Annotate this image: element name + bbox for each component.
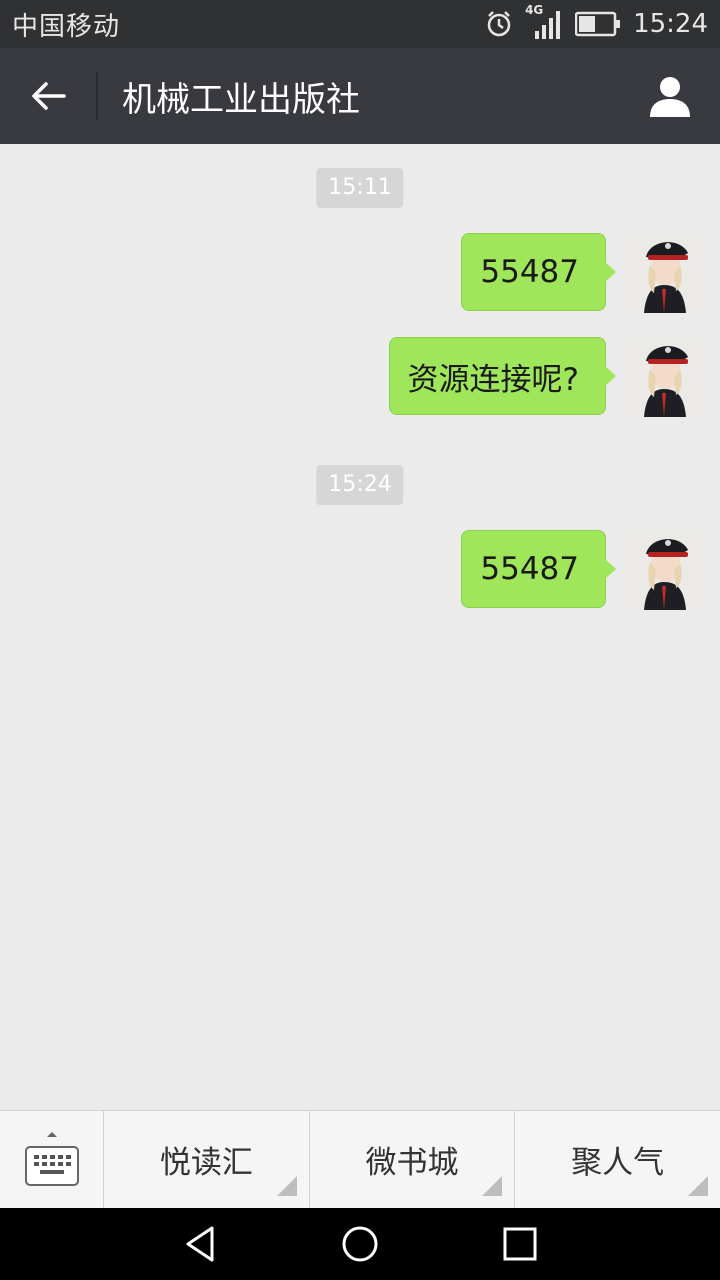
keyboard-icon (24, 1129, 80, 1189)
back-button[interactable] (18, 66, 78, 126)
menu-item-label: 悦读汇 (159, 1145, 253, 1181)
menu-item-yueduhui[interactable]: 悦读汇 (104, 1111, 310, 1208)
system-nav-bar (0, 1208, 720, 1280)
home-circle-icon (340, 1224, 380, 1264)
back-arrow-icon (30, 80, 66, 112)
message-row: 资源连接呢? (388, 337, 704, 417)
nav-recents-button[interactable] (498, 1222, 542, 1266)
status-icons: 4G 15:24 (485, 3, 708, 41)
status-bar: 中国移动 4G 15:24 (0, 0, 720, 48)
carrier-label: 中国移动 (12, 11, 121, 42)
submenu-indicator-icon (276, 1176, 297, 1196)
message-bubble[interactable]: 资源连接呢? (388, 337, 617, 415)
header-divider (96, 72, 98, 120)
avatar[interactable] (624, 530, 704, 610)
clock-label: 15:24 (633, 9, 708, 39)
avatar-image (624, 233, 704, 313)
timestamp-badge: 15:11 (316, 168, 404, 208)
submenu-indicator-icon (482, 1176, 503, 1196)
avatar-image (624, 530, 704, 610)
back-triangle-icon (180, 1224, 220, 1264)
nav-home-button[interactable] (338, 1222, 382, 1266)
message-bubble[interactable]: 55487 (461, 530, 616, 608)
avatar[interactable] (624, 337, 704, 417)
chat-title: 机械工业出版社 (122, 79, 360, 120)
menu-item-weishucheng[interactable]: 微书城 (310, 1111, 516, 1208)
chat-area[interactable]: 15:11 55487 资源连接呢? 15:24 55487 (0, 144, 720, 1110)
battery-icon (575, 11, 621, 37)
menu-item-label: 微书城 (365, 1145, 459, 1181)
profile-button[interactable] (642, 68, 698, 124)
signal-icon: 4G (525, 3, 563, 41)
recents-square-icon (500, 1224, 540, 1264)
timestamp-badge: 15:24 (316, 465, 404, 505)
submenu-indicator-icon (688, 1176, 709, 1196)
message-bubble[interactable]: 55487 (461, 233, 616, 311)
avatar[interactable] (624, 233, 704, 313)
message-row: 55487 (461, 233, 704, 313)
menu-item-label: 聚人气 (571, 1145, 665, 1181)
person-icon (648, 75, 692, 117)
keyboard-toggle-button[interactable] (0, 1111, 104, 1208)
menu-item-jurenqi[interactable]: 聚人气 (515, 1111, 720, 1208)
chat-header: 机械工业出版社 (0, 48, 720, 144)
nav-back-button[interactable] (178, 1222, 222, 1266)
official-account-menu: 悦读汇 微书城 聚人气 (0, 1110, 720, 1208)
message-row: 55487 (461, 530, 704, 610)
alarm-icon (485, 10, 513, 38)
avatar-image (624, 337, 704, 417)
